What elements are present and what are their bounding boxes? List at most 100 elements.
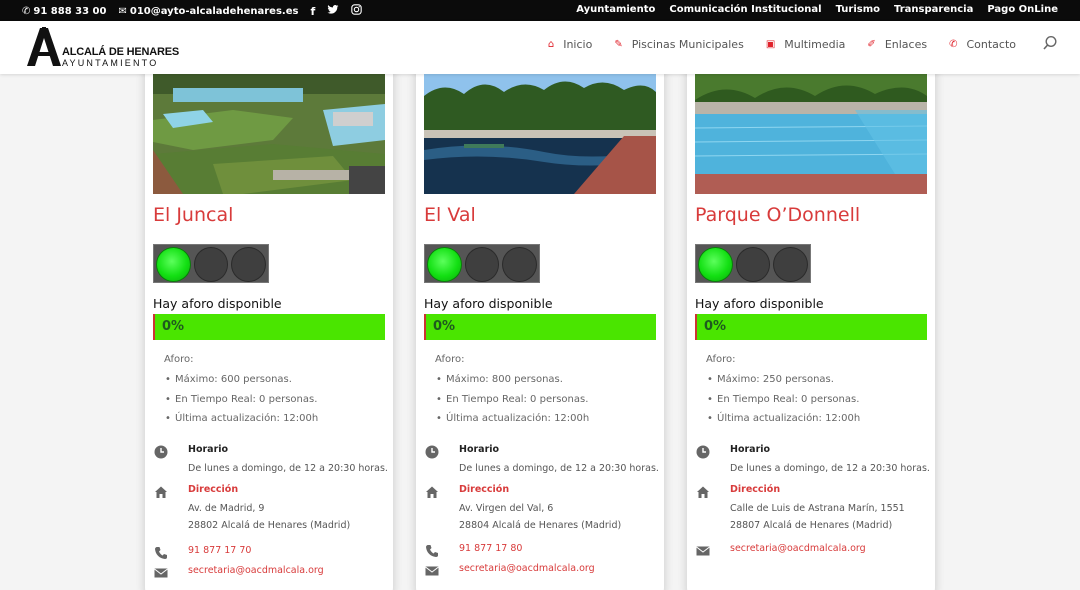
home-icon — [697, 486, 709, 498]
off-light — [735, 247, 771, 282]
aforo-list: • Máximo: 800 personas. • En Tiempo Real: … — [436, 370, 589, 429]
aforo-list: • Máximo: 250 personas. • En Tiempo Real: … — [707, 370, 860, 429]
twitter-icon[interactable] — [327, 4, 339, 18]
direccion-label: Dirección — [459, 484, 510, 495]
green-light — [698, 247, 733, 282]
pool-card-parque-odonnell: Parque O’Donnell Hay aforo disponible 0%… — [687, 58, 935, 590]
off-light — [464, 247, 500, 282]
address-line-2: 28802 Alcalá de Henares (Madrid) — [188, 520, 351, 531]
list-item: • En Tiempo Real: 0 personas. — [707, 393, 860, 405]
facebook-icon[interactable]: f — [310, 5, 315, 18]
green-light — [156, 247, 191, 282]
list-item: • En Tiempo Real: 0 personas. — [436, 393, 589, 405]
list-item: • En Tiempo Real: 0 personas. — [165, 393, 318, 405]
nav-item-inicio[interactable]: ⌂ Inicio — [548, 38, 592, 51]
clock-icon — [425, 445, 439, 459]
occupancy-percent: 0% — [433, 319, 456, 334]
pencil-icon: ✐ — [867, 39, 876, 50]
search-icon[interactable] — [1042, 35, 1058, 51]
availability-status: Hay aforo disponible — [424, 296, 553, 311]
occupancy-percent: 0% — [162, 319, 185, 334]
phone-icon — [426, 545, 438, 557]
topbar-link-comunicacion[interactable]: Comunicación Institucional — [669, 4, 821, 15]
occupancy-bar: 0% — [153, 314, 385, 340]
nav-label: Piscinas Municipales — [631, 38, 744, 51]
top-bar: ✆ 91 888 33 00 ✉ 010@ayto-alcaladehenare… — [0, 0, 1080, 21]
list-item: • Última actualización: 12:00h — [436, 413, 590, 424]
phone-link[interactable]: 91 877 17 80 — [459, 543, 522, 554]
horario-text: De lunes a domingo, de 12 a 20:30 horas. — [730, 463, 930, 474]
nav-item-piscinas[interactable]: ✎ Piscinas Municipales — [614, 38, 744, 51]
envelope-icon — [154, 568, 168, 578]
address-line-2: 28804 Alcalá de Henares (Madrid) — [459, 520, 622, 531]
horario-label: Horario — [459, 444, 500, 455]
off-light — [231, 247, 267, 282]
traffic-light — [424, 244, 540, 283]
nav-item-enlaces[interactable]: ✐ Enlaces — [867, 38, 927, 51]
address-line-1: Av. Virgen del Val, 6 — [459, 503, 554, 514]
occupancy-percent: 0% — [704, 319, 727, 334]
main-nav: ⌂ Inicio ✎ Piscinas Municipales ▣ Multim… — [548, 38, 1016, 51]
availability-status: Hay aforo disponible — [695, 296, 824, 311]
pool-name: El Juncal — [153, 204, 234, 226]
aforo-label: Aforo: — [435, 354, 465, 365]
nav-label: Contacto — [966, 38, 1016, 51]
email-contact[interactable]: ✉ 010@ayto-alcaladehenares.es — [118, 6, 298, 17]
instagram-icon[interactable] — [351, 4, 362, 18]
traffic-light — [153, 244, 269, 283]
horario-label: Horario — [730, 444, 771, 455]
aforo-label: Aforo: — [706, 354, 736, 365]
direccion-label: Dirección — [730, 484, 781, 495]
logo-title: ALCALÁ DE HENARES — [62, 46, 179, 58]
home-icon — [426, 486, 438, 498]
home-icon: ⌂ — [547, 39, 555, 50]
occupancy-fill — [155, 314, 385, 340]
off-light — [193, 247, 229, 282]
email-address[interactable]: 010@ayto-alcaladehenares.es — [130, 6, 299, 17]
clock-icon — [696, 445, 710, 459]
pool-name: Parque O’Donnell — [695, 204, 861, 226]
clock-icon — [154, 445, 168, 459]
occupancy-fill — [426, 314, 656, 340]
topbar-link-turismo[interactable]: Turismo — [836, 4, 880, 15]
pool-photo — [695, 70, 927, 194]
traffic-light — [695, 244, 811, 283]
availability-status: Hay aforo disponible — [153, 296, 282, 311]
pool-name: El Val — [424, 204, 476, 226]
phone-contact[interactable]: ✆ 91 888 33 00 — [22, 6, 106, 17]
nav-item-multimedia[interactable]: ▣ Multimedia — [766, 38, 846, 51]
email-link[interactable]: secretaria@oacdmalcala.org — [459, 563, 595, 574]
address-line-2: 28807 Alcalá de Henares (Madrid) — [730, 520, 893, 531]
topbar-link-transparencia[interactable]: Transparencia — [894, 4, 973, 15]
site-logo[interactable]: ALCALÁ DE HENARES AYUNTAMIENTO — [26, 26, 179, 68]
envelope-icon — [425, 566, 439, 576]
pin-icon: ✎ — [614, 39, 623, 50]
phone-icon: ✆ — [949, 39, 958, 50]
horario-label: Horario — [188, 444, 229, 455]
phone-icon: ✆ — [22, 5, 31, 17]
list-item: • Máximo: 800 personas. — [436, 374, 563, 385]
aforo-label: Aforo: — [164, 354, 194, 365]
logo-subtitle: AYUNTAMIENTO — [62, 58, 159, 68]
pool-card-el-val: El Val Hay aforo disponible 0% Aforo: • M… — [416, 58, 664, 590]
topbar-link-ayuntamiento[interactable]: Ayuntamiento — [576, 4, 655, 15]
pool-photo — [153, 70, 385, 194]
horario-text: De lunes a domingo, de 12 a 20:30 horas. — [188, 463, 388, 474]
phone-number[interactable]: 91 888 33 00 — [33, 6, 106, 17]
list-item: • Última actualización: 12:00h — [707, 413, 861, 424]
logo-mark-icon — [27, 27, 61, 66]
main-header: ALCALÁ DE HENARES AYUNTAMIENTO ⌂ Inicio … — [0, 21, 1080, 74]
green-light — [427, 247, 462, 282]
envelope-icon: ✉ — [118, 5, 127, 17]
nav-label: Multimedia — [784, 38, 846, 51]
email-link[interactable]: secretaria@oacdmalcala.org — [730, 543, 866, 554]
phone-link[interactable]: 91 877 17 70 — [188, 545, 251, 556]
nav-label: Enlaces — [884, 38, 928, 51]
list-item: • Máximo: 250 personas. — [707, 374, 834, 385]
email-link[interactable]: secretaria@oacdmalcala.org — [188, 565, 324, 576]
off-light — [773, 247, 809, 282]
instagram-icon: ▣ — [765, 39, 776, 50]
topbar-link-pago-online[interactable]: Pago OnLine — [987, 4, 1058, 15]
pool-photo — [424, 70, 656, 194]
nav-item-contacto[interactable]: ✆ Contacto — [949, 38, 1016, 51]
